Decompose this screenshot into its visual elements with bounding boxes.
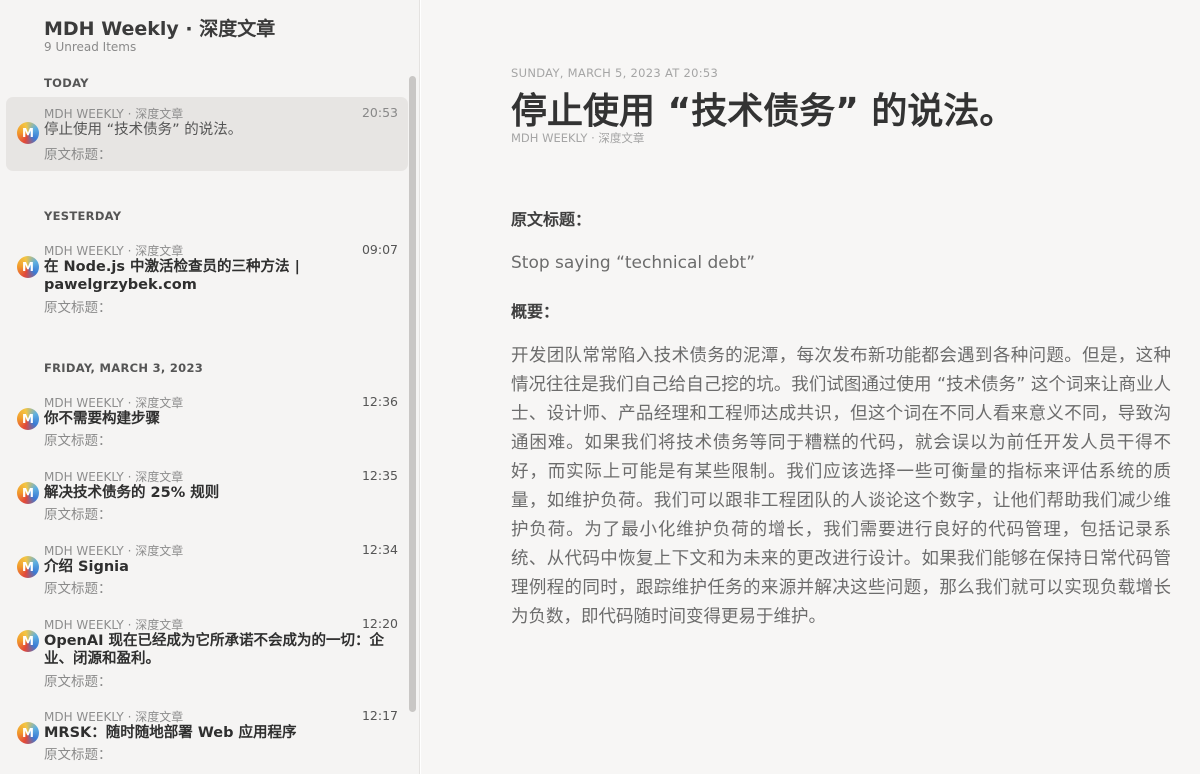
list-item[interactable]: M MDH WEEKLY · 深度文章 12:35 解决技术债务的 25% 规则… (6, 460, 408, 526)
item-title: 你不需要构建步骤 (44, 411, 160, 427)
feed-logo-icon: M (17, 482, 39, 504)
item-time: 09:07 (361, 242, 398, 257)
item-time: 12:17 (361, 708, 398, 723)
item-snippet: 原文标题： (44, 747, 112, 763)
summary-heading: 概要： (511, 302, 560, 321)
feed-logo-icon: M (17, 630, 39, 652)
item-snippet: 原文标题： (44, 433, 112, 449)
item-feed-name: MDH WEEKLY · 深度文章 (44, 396, 184, 410)
original-title-heading: 原文标题： (511, 210, 592, 229)
article-feed-name[interactable]: MDH WEEKLY · 深度文章 (511, 130, 644, 146)
item-title: 在 Node.js 中激活检查员的三种方法 | pawelgrzybek.com (44, 259, 300, 293)
unread-count: 9 Unread Items (44, 40, 137, 54)
item-title: 停止使用 “技术债务” 的说法。 (44, 122, 243, 138)
item-feed-name: MDH WEEKLY · 深度文章 (44, 544, 184, 558)
feed-logo-icon: M (17, 256, 39, 278)
item-feed-name: MDH WEEKLY · 深度文章 (44, 470, 184, 484)
feed-title: MDH Weekly · 深度文章 (44, 18, 276, 40)
item-title: OpenAI 现在已经成为它所承诺不会成为的一切：企业、闭源和盈利。 (44, 633, 385, 667)
item-feed-name: MDH WEEKLY · 深度文章 (44, 244, 184, 258)
item-title: 解决技术债务的 25% 规则 (44, 485, 220, 501)
feed-logo-icon: M (17, 122, 39, 144)
item-snippet: 原文标题： (44, 507, 112, 523)
item-time: 12:34 (361, 542, 398, 557)
list-item[interactable]: M MDH WEEKLY · 深度文章 12:36 你不需要构建步骤 原文标题： (6, 386, 408, 452)
original-title: Stop saying “technical debt” (511, 253, 756, 273)
section-header-yesterday: YESTERDAY (44, 209, 122, 223)
item-time: 12:36 (361, 394, 398, 409)
summary-text: 开发团队常常陷入技术债务的泥潭，每次发布新功能都会遇到各种问题。但是，这种情况往… (511, 346, 1171, 627)
article-title[interactable]: 停止使用 “技术债务” 的说法。 (511, 82, 1015, 134)
article-list-sidebar: MDH Weekly · 深度文章 9 Unread Items TODAY M… (0, 0, 420, 774)
list-item[interactable]: M MDH WEEKLY · 深度文章 09:07 在 Node.js 中激活检… (6, 234, 408, 320)
item-time: 12:20 (361, 616, 398, 631)
section-header-friday: FRIDAY, MARCH 3, 2023 (44, 361, 204, 375)
article-pane: SUNDAY, MARCH 5, 2023 AT 20:53 停止使用 “技术债… (421, 0, 1200, 774)
item-feed-name: MDH WEEKLY · 深度文章 (44, 107, 184, 121)
item-feed-name: MDH WEEKLY · 深度文章 (44, 618, 184, 632)
sidebar-scrollbar[interactable] (409, 76, 416, 712)
item-snippet: 原文标题： (44, 147, 112, 163)
section-header-today: TODAY (44, 76, 89, 90)
item-snippet: 原文标题： (44, 581, 112, 597)
feed-logo-icon: M (17, 722, 39, 744)
article-date: SUNDAY, MARCH 5, 2023 AT 20:53 (511, 66, 719, 80)
item-snippet: 原文标题： (44, 674, 112, 690)
item-feed-name: MDH WEEKLY · 深度文章 (44, 710, 184, 724)
item-title: 介绍 Signia (44, 559, 129, 575)
list-item[interactable]: M MDH WEEKLY · 深度文章 12:20 OpenAI 现在已经成为它… (6, 608, 408, 694)
item-title: MRSK：随时随地部署 Web 应用程序 (44, 725, 297, 741)
list-item[interactable]: M MDH WEEKLY · 深度文章 12:34 介绍 Signia 原文标题… (6, 534, 408, 600)
list-item[interactable]: M MDH WEEKLY · 深度文章 12:17 MRSK：随时随地部署 We… (6, 700, 408, 774)
feed-logo-icon: M (17, 556, 39, 578)
feed-logo-icon: M (17, 408, 39, 430)
item-time: 20:53 (361, 105, 398, 120)
list-item[interactable]: M MDH WEEKLY · 深度文章 20:53 停止使用 “技术债务” 的说… (6, 97, 408, 171)
item-time: 12:35 (361, 468, 398, 483)
item-snippet: 原文标题： (44, 300, 112, 316)
